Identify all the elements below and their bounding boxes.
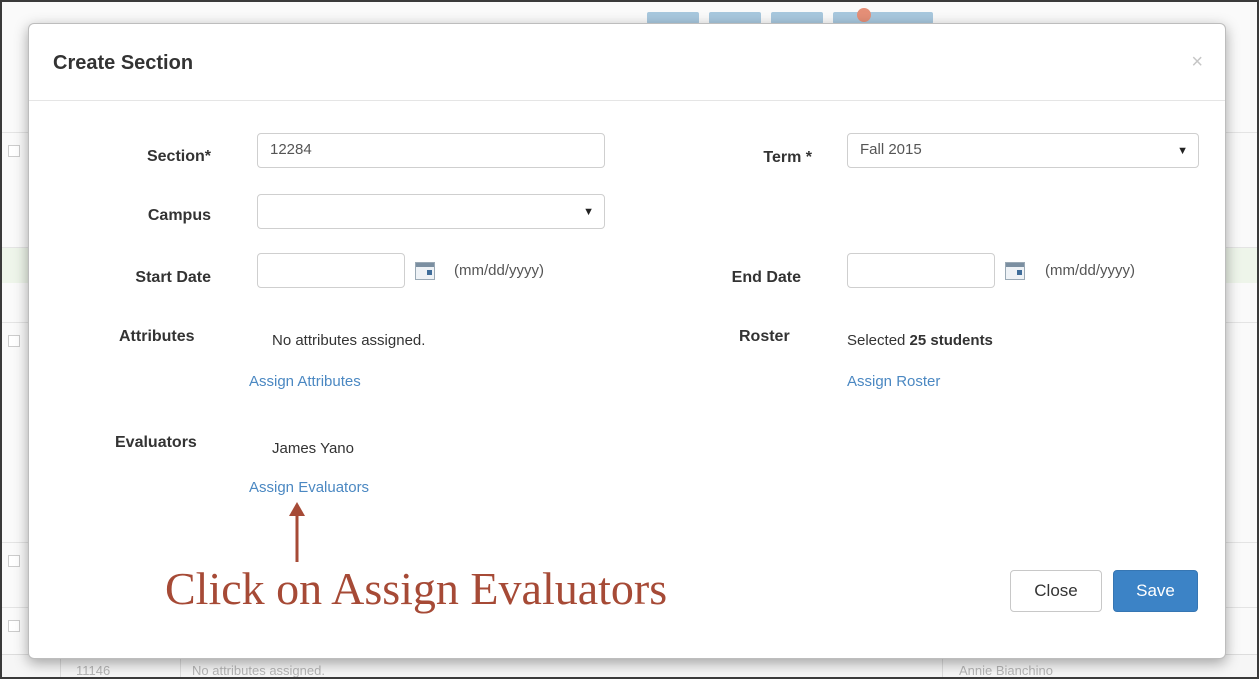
term-label: Term * [763,149,812,166]
chevron-down-icon: ▼ [1177,145,1188,157]
calendar-icon[interactable] [415,262,435,280]
section-label: Section* [146,148,211,165]
background-row-id: 11146 [76,663,111,678]
campus-select[interactable]: ▼ [257,194,605,229]
modal-title: Create Section [53,52,194,74]
start-date-input[interactable] [257,253,405,288]
background-row-checkbox [8,335,20,347]
attributes-value: No attributes assigned. [272,332,426,349]
assign-roster-link[interactable]: Assign Roster [847,373,940,390]
background-row-checkbox [8,620,20,632]
start-date-format-hint: (mm/dd/yyyy) [454,262,544,279]
roster-value-prefix: Selected [847,332,906,349]
arrow-up-icon [289,502,305,562]
instruction-annotation: Click on Assign Evaluators [165,563,668,614]
roster-label: Roster [739,328,790,345]
chevron-down-icon: ▼ [583,206,594,218]
end-date-input[interactable] [847,253,995,288]
end-date-label: End Date [731,269,801,286]
roster-value: Selected 25 students [847,332,993,349]
screenshot-frame: 11146 No attributes assigned. Annie Bian… [0,0,1259,679]
term-select[interactable]: Fall 2015 ▼ [847,133,1199,168]
close-icon[interactable]: × [1191,52,1203,72]
term-selected-value: Fall 2015 [860,141,922,158]
background-row-attributes: No attributes assigned. [192,663,325,678]
assign-evaluators-link[interactable]: Assign Evaluators [249,479,369,496]
campus-label: Campus [147,207,211,224]
attributes-label: Attributes [119,328,195,345]
close-button[interactable]: Close [1010,570,1102,612]
calendar-icon[interactable] [1005,262,1025,280]
section-input[interactable]: 12284 [257,133,605,168]
save-button[interactable]: Save [1113,570,1198,612]
background-row-checkbox [8,145,20,157]
background-row-evaluator: Annie Bianchino [959,663,1053,678]
modal-header: Create Section × [29,24,1225,101]
notification-badge [857,8,871,22]
roster-student-count: 25 students [909,332,993,349]
evaluators-label: Evaluators [115,434,197,451]
assign-attributes-link[interactable]: Assign Attributes [249,373,361,390]
end-date-format-hint: (mm/dd/yyyy) [1045,262,1135,279]
start-date-label: Start Date [135,269,211,286]
background-row-checkbox [8,555,20,567]
evaluators-value: James Yano [272,440,354,457]
create-section-modal: Create Section × Section* 12284 Term * F… [28,23,1226,659]
